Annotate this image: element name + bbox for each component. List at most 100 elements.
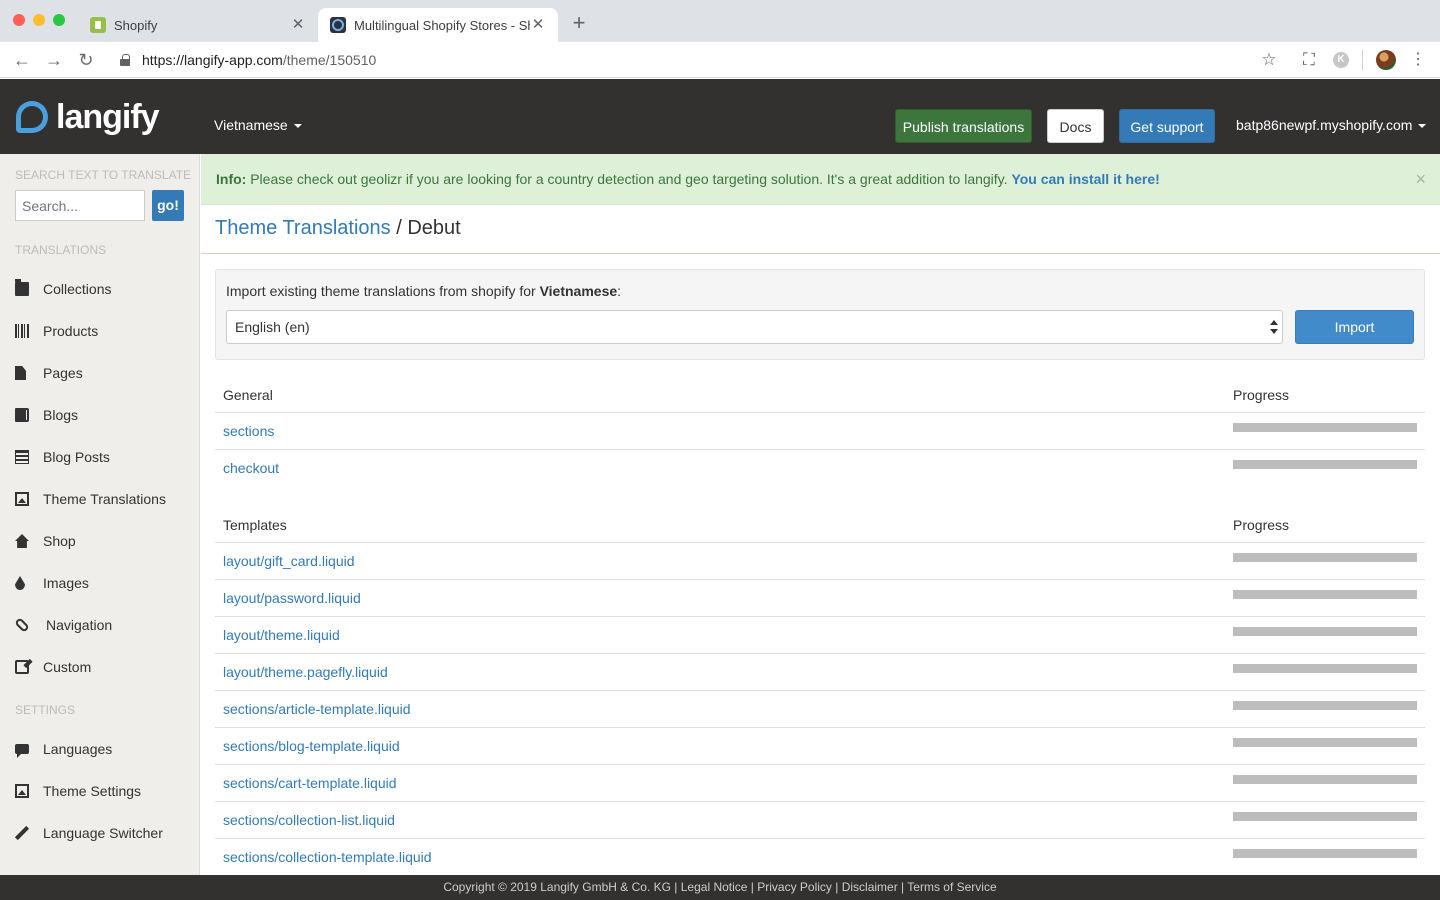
picture-icon: [15, 492, 29, 506]
translation-file-link[interactable]: sections/article-template.liquid: [223, 701, 411, 717]
browser-tabbar: Shopify ✕ Multilingual Shopify Stores - …: [0, 0, 1440, 42]
comment-icon: [15, 744, 29, 758]
title-divider: [201, 253, 1440, 254]
column-header-name: Templates: [223, 517, 287, 533]
table-row: layout/theme.pagefly.liquid: [215, 654, 1425, 691]
table-row: layout/gift_card.liquid: [215, 543, 1425, 580]
window-zoom-button[interactable]: [53, 14, 65, 26]
window-minimize-button[interactable]: [33, 14, 45, 26]
account-dropdown[interactable]: batp86newpf.myshopify.com: [1236, 117, 1427, 133]
sidebar-item-theme-translations[interactable]: Theme Translations: [15, 489, 166, 509]
barcode-icon: [15, 324, 29, 338]
language-dropdown-label: Vietnamese: [214, 117, 288, 133]
sidebar-item-navigation[interactable]: Navigation: [14, 615, 113, 635]
list-icon: [15, 450, 29, 464]
info-alert: Info: Please check out geolizr if you ar…: [201, 154, 1440, 205]
templates-table: Templates Progress layout/gift_card.liqu…: [215, 511, 1425, 876]
close-tab-icon[interactable]: ✕: [530, 17, 546, 33]
translation-file-link[interactable]: layout/gift_card.liquid: [223, 553, 355, 569]
search-go-button[interactable]: go!: [152, 190, 184, 221]
file-icon: [15, 366, 26, 380]
window-close-button[interactable]: [13, 14, 25, 26]
progress-bar: [1233, 627, 1417, 636]
sidebar-item-pages[interactable]: Pages: [15, 363, 83, 383]
sidebar-item-products[interactable]: Products: [15, 321, 98, 341]
progress-bar: [1233, 553, 1417, 562]
language-dropdown[interactable]: Vietnamese: [214, 117, 302, 133]
import-source-select[interactable]: English (en): [226, 310, 1283, 344]
picture-icon: [15, 784, 29, 798]
get-support-button[interactable]: Get support: [1119, 109, 1215, 143]
search-input[interactable]: [15, 190, 145, 221]
import-button[interactable]: Import: [1295, 310, 1414, 344]
browser-tab-shopify[interactable]: Shopify ✕: [78, 8, 318, 42]
translation-file-link[interactable]: layout/theme.liquid: [223, 627, 340, 643]
progress-bar: [1233, 849, 1417, 858]
translation-file-link[interactable]: layout/theme.pagefly.liquid: [223, 664, 388, 680]
table-row: sections/blog-template.liquid: [215, 728, 1425, 765]
langify-logo[interactable]: langify: [16, 98, 160, 136]
caret-down-icon: [293, 124, 302, 129]
sidebar-item-label: Theme Translations: [43, 491, 166, 507]
progress-bar: [1233, 738, 1417, 747]
progress-bar: [1233, 460, 1417, 469]
sidebar-item-label: Custom: [43, 659, 92, 675]
book-icon: [15, 408, 29, 422]
table-row: sections/article-template.liquid: [215, 691, 1425, 728]
breadcrumb-separator: /: [390, 217, 408, 239]
search-heading: SEARCH TEXT TO TRANSLATE: [15, 168, 192, 182]
back-arrow-icon[interactable]: ←: [12, 50, 32, 70]
table-row: sections: [215, 413, 1425, 450]
home-icon: [15, 534, 29, 548]
sidebar: SEARCH TEXT TO TRANSLATE go! TRANSLATION…: [0, 154, 200, 875]
sidebar-item-language-switcher[interactable]: Language Switcher: [14, 823, 163, 843]
new-tab-icon[interactable]: +: [568, 12, 590, 34]
progress-bar: [1233, 812, 1417, 821]
forward-arrow-icon[interactable]: →: [44, 50, 64, 70]
bookmark-star-icon[interactable]: ☆: [1259, 50, 1279, 70]
sidebar-item-collections[interactable]: Collections: [15, 279, 111, 299]
sidebar-item-label: Languages: [43, 741, 113, 757]
sidebar-item-shop[interactable]: Shop: [15, 531, 76, 551]
browser-tab-langify[interactable]: Multilingual Shopify Stores - Sh ✕: [318, 8, 558, 42]
docs-button[interactable]: Docs: [1047, 109, 1104, 143]
settings-heading: SETTINGS: [15, 703, 76, 717]
translation-file-link[interactable]: sections/collection-list.liquid: [223, 812, 395, 828]
alert-message: Please check out geolizr if you are look…: [246, 171, 1012, 187]
publish-translations-button[interactable]: Publish translations: [895, 109, 1032, 143]
sidebar-item-label: Navigation: [46, 617, 113, 633]
import-selected-option: English (en): [235, 319, 310, 335]
langify-favicon-icon: [330, 17, 346, 33]
url-path: /theme/150510: [282, 52, 377, 68]
close-tab-icon[interactable]: ✕: [290, 17, 306, 33]
reload-icon[interactable]: ↻: [76, 50, 96, 70]
install-geolizr-link[interactable]: You can install it here!: [1011, 171, 1159, 187]
sidebar-item-blogs[interactable]: Blogs: [15, 405, 78, 425]
translation-file-link[interactable]: layout/password.liquid: [223, 590, 361, 606]
table-row: checkout: [215, 450, 1425, 487]
general-table: General Progress sections checkout: [215, 381, 1425, 487]
translation-file-link[interactable]: sections/collection-template.liquid: [223, 849, 432, 865]
sidebar-item-label: Language Switcher: [43, 825, 163, 841]
sidebar-item-label: Images: [43, 575, 89, 591]
sidebar-item-blog-posts[interactable]: Blog Posts: [15, 447, 110, 467]
more-menu-icon[interactable]: ⋮: [1410, 50, 1426, 70]
translation-file-link[interactable]: sections/cart-template.liquid: [223, 775, 397, 791]
screenshot-icon[interactable]: ⛶: [1299, 50, 1319, 70]
address-bar[interactable]: https://langify-app.com/theme/150510: [142, 52, 376, 68]
progress-bar: [1233, 423, 1417, 432]
translation-file-link[interactable]: sections/blog-template.liquid: [223, 738, 400, 754]
breadcrumb-theme-translations-link[interactable]: Theme Translations: [215, 217, 391, 239]
sidebar-item-languages[interactable]: Languages: [15, 739, 112, 759]
translation-file-link[interactable]: sections: [223, 423, 274, 439]
user-avatar[interactable]: [1376, 50, 1396, 70]
sidebar-item-custom[interactable]: Custom: [15, 657, 91, 677]
table-row: layout/theme.liquid: [215, 617, 1425, 654]
tab-title: Multilingual Shopify Stores - Sh: [354, 17, 530, 33]
translation-file-link[interactable]: checkout: [223, 460, 279, 476]
extension-profile-icon[interactable]: K: [1333, 52, 1349, 68]
alert-close-icon[interactable]: ×: [1415, 154, 1426, 205]
sidebar-item-theme-settings[interactable]: Theme Settings: [15, 781, 141, 801]
sidebar-item-images[interactable]: Images: [15, 573, 89, 593]
sidebar-item-label: Pages: [43, 365, 83, 381]
